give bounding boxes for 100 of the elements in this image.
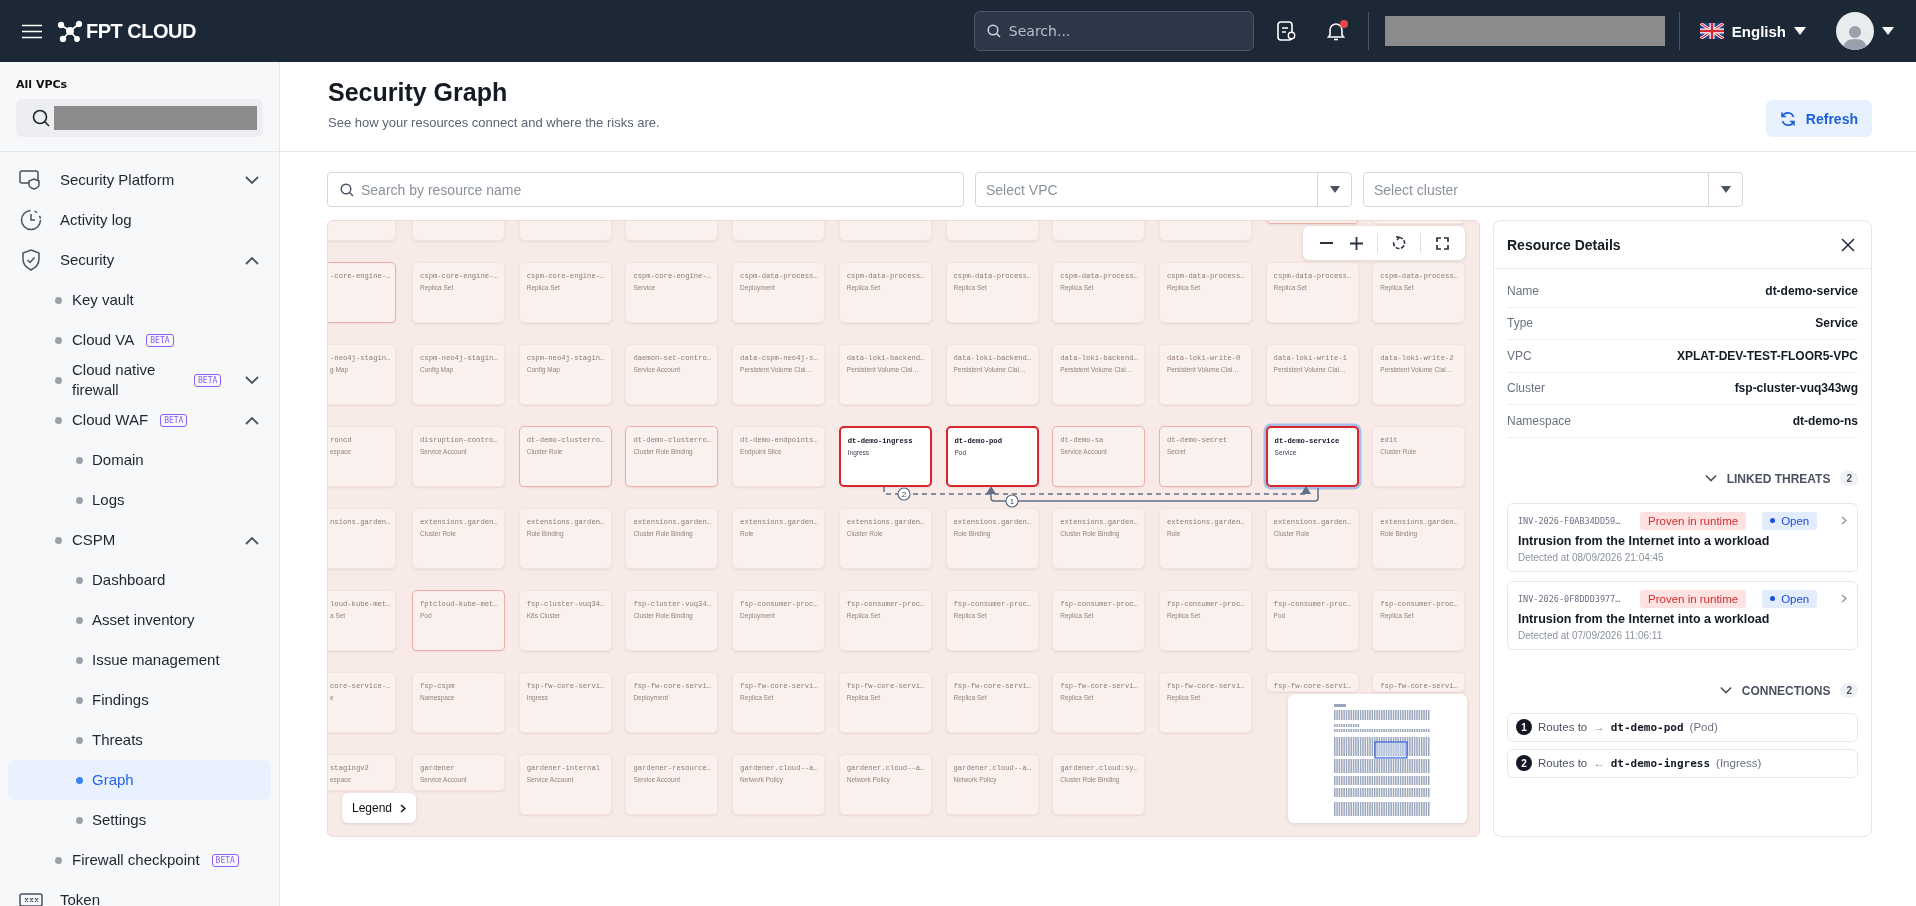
section-toggle[interactable]: CONNECTIONS 2 <box>1507 675 1858 706</box>
nav-label: Settings <box>92 810 147 830</box>
threat-card[interactable]: INV-2026-0F8DDD3977… Proven in runtime Open Intrusion from the Internet into a workload Detected at 07/09/2026 11:06:11 <box>1507 580 1858 650</box>
user-avatar[interactable] <box>1836 12 1874 50</box>
field-value: Service <box>1815 316 1858 331</box>
refresh-button[interactable]: Refresh <box>1765 100 1872 137</box>
search-field[interactable]: Search... <box>973 11 1254 51</box>
count-badge: 2 <box>1840 471 1858 486</box>
count-badge: 2 <box>1840 683 1858 698</box>
chevron-right-icon <box>400 803 407 813</box>
search-icon <box>340 183 354 197</box>
page-title: Security Graph <box>328 78 509 107</box>
nav-item[interactable]: Domain <box>8 440 271 480</box>
nav-item[interactable]: Graph <box>8 760 271 800</box>
panel-title: Resource Details <box>1507 236 1621 253</box>
edge-badge: 2 <box>897 487 911 501</box>
nav-label: Security <box>60 250 115 270</box>
field-label: VPC <box>1507 348 1532 363</box>
nav-label: Asset inventory <box>92 610 195 630</box>
nav-item[interactable]: Security <box>8 240 271 280</box>
threat-title: Intrusion from the Internet into a workload <box>1518 533 1771 548</box>
document-icon <box>1275 20 1296 42</box>
connection-verb: Routes to <box>1538 721 1588 733</box>
chevron-right-icon <box>1841 516 1847 525</box>
connection-row[interactable]: 1 Routes to → dt-demo-pod (Pod) <box>1507 712 1858 742</box>
status-tag: Open <box>1762 511 1818 530</box>
refresh-icon <box>1779 110 1796 127</box>
nav-label: Dashboard <box>92 570 166 590</box>
cluster-select[interactable]: Select cluster <box>1363 172 1743 207</box>
clock-icon <box>18 208 44 232</box>
nav-label: Cloud WAF <box>72 410 149 430</box>
close-icon <box>1841 237 1855 252</box>
nav-item[interactable]: Findings <box>8 680 271 720</box>
nav-item[interactable]: Asset inventory <box>8 600 271 640</box>
bullet-icon <box>55 376 62 384</box>
field-value: fsp-cluster-vuq343wg <box>1734 381 1858 396</box>
field-label: Namespace <box>1507 413 1572 428</box>
nav-label: Token <box>60 890 101 906</box>
connection-target: dt-demo-ingress <box>1610 756 1711 770</box>
bullet-icon <box>76 576 83 584</box>
nav-label: Threats <box>92 730 143 750</box>
nav-item[interactable]: Threats <box>8 720 271 760</box>
search-icon <box>32 109 50 127</box>
nav-item[interactable]: Security Platform <box>8 160 271 200</box>
bullet-icon <box>76 776 83 784</box>
nav-item[interactable]: Logs <box>8 480 271 520</box>
field-label: Type <box>1507 316 1533 331</box>
notifications-button[interactable] <box>1325 21 1346 41</box>
legend-button[interactable]: Legend <box>342 793 417 823</box>
nav-label: Cloud VA <box>72 330 135 350</box>
beta-badge: BETA <box>160 413 188 427</box>
fullscreen-icon <box>1435 236 1449 250</box>
connection-row[interactable]: 2 Routes to ← dt-demo-ingress (Ingress) <box>1507 748 1858 778</box>
connection-verb: Routes to <box>1538 757 1588 769</box>
field-value: dt-demo-ns <box>1792 413 1858 428</box>
nav-item[interactable]: Firewall checkpoint BETA <box>8 840 271 880</box>
nav-item[interactable]: Issue management <box>8 640 271 680</box>
field-value: XPLAT-DEV-TEST-FLOOR5-VPC <box>1676 348 1858 363</box>
bullet-icon <box>76 816 83 824</box>
nav-item[interactable]: Activity log <box>8 200 271 240</box>
threat-id: INV-2026-0F8DDD3977… <box>1518 593 1622 604</box>
nav-label: Domain <box>92 450 144 470</box>
menu-button[interactable] <box>22 23 42 39</box>
bullet-icon <box>55 856 62 864</box>
threat-id: INV-2026-F0AB34DD59… <box>1518 515 1622 526</box>
nav-item[interactable]: Cloud native firewall BETA <box>8 360 271 400</box>
nav-label: Key vault <box>72 290 134 310</box>
logo-icon <box>58 20 82 42</box>
nav-label: Cloud native firewall <box>72 360 157 400</box>
notes-button[interactable] <box>1275 20 1296 42</box>
search-icon <box>986 24 1001 38</box>
arrow-glyph: ← <box>1593 757 1605 769</box>
nav-item[interactable]: Dashboard <box>8 560 271 600</box>
minus-icon <box>1319 242 1333 244</box>
nav-item[interactable]: Cloud WAF BETA <box>8 400 271 440</box>
beta-badge: BETA <box>194 373 222 387</box>
threat-card[interactable]: INV-2026-F0AB34DD59… Proven in runtime Open Intrusion from the Internet into a workload Detected at 08/09/2026 21:04:45 <box>1507 502 1858 572</box>
nav-label: Graph <box>92 770 134 790</box>
evidence-tag: Proven in runtime <box>1640 511 1747 530</box>
bullet-icon <box>76 656 83 664</box>
logo-text: FPT CLOUD <box>86 19 196 43</box>
vpc-search-field[interactable] <box>16 99 263 137</box>
nav-item[interactable]: Key vault <box>8 280 271 320</box>
flag-icon <box>1699 23 1724 39</box>
beta-badge: BETA <box>211 853 239 867</box>
page-subtitle: See how your resources connect and where the risks are. <box>328 115 660 130</box>
beta-badge: BETA <box>146 333 174 347</box>
nav-item[interactable]: CSPM <box>8 520 271 560</box>
nav-item[interactable]: Settings <box>8 800 271 840</box>
resource-search-field[interactable]: Search by resource name <box>327 172 964 207</box>
nav-item[interactable]: Cloud VA BETA <box>8 320 271 360</box>
threat-title: Intrusion from the Internet into a workload <box>1518 611 1771 626</box>
nav-item[interactable]: Token <box>8 880 271 906</box>
language-selector[interactable]: English <box>1699 22 1806 40</box>
caret-icon <box>1882 26 1894 36</box>
caret-icon <box>1720 186 1731 193</box>
bullet-icon <box>76 496 83 504</box>
scope-label: All VPCs <box>16 78 68 91</box>
vpc-select[interactable]: Select VPC <box>975 172 1352 207</box>
section-toggle[interactable]: LINKED THREATS 2 <box>1507 463 1858 494</box>
